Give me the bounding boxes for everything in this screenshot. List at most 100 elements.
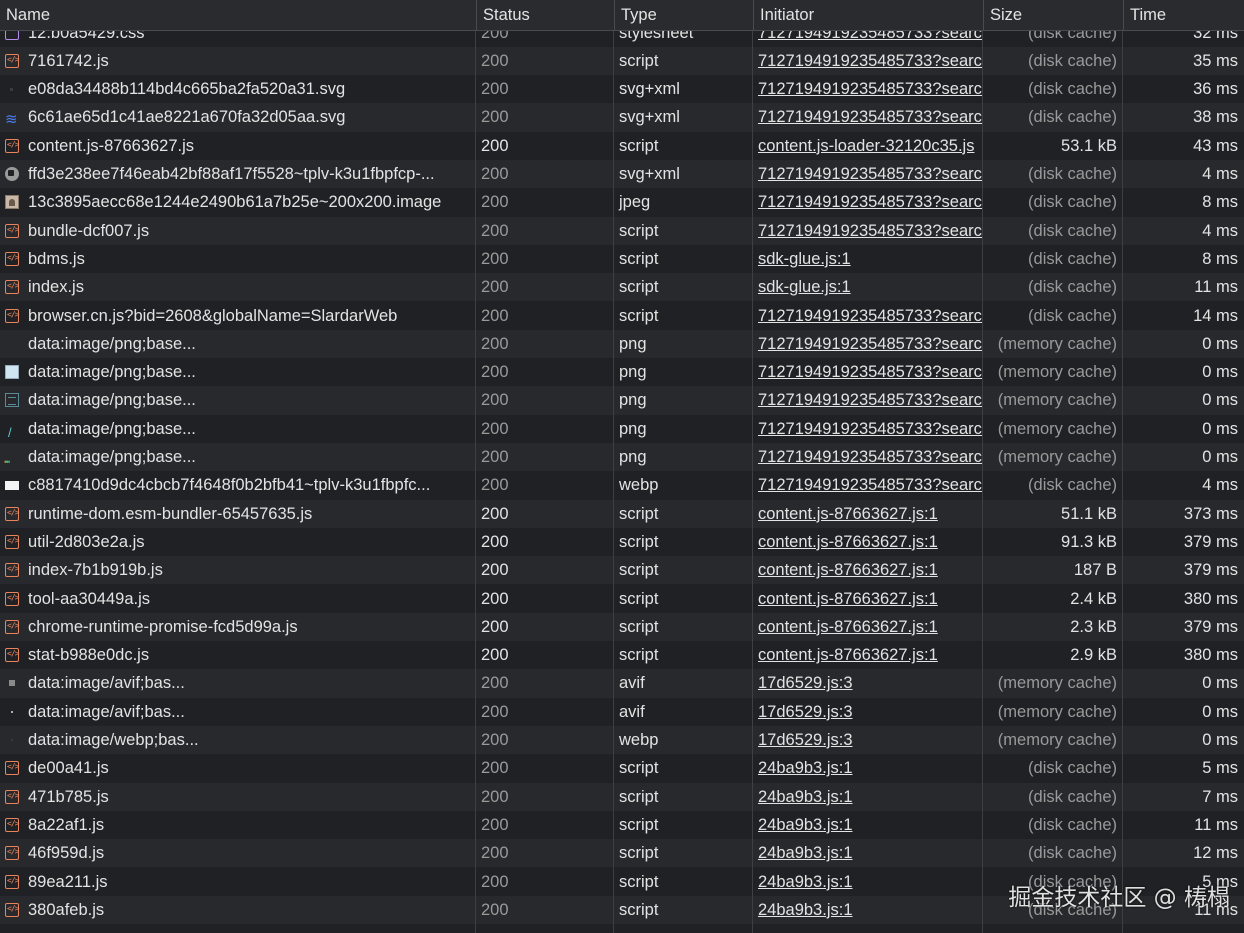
request-initiator-link[interactable]: 24ba9b3.js:1 [753, 811, 983, 839]
request-type: svg+xml [619, 80, 680, 99]
request-initiator-link[interactable]: 24ba9b3.js:1 [753, 839, 983, 867]
request-time: 4 ms [1202, 221, 1238, 240]
table-row[interactable]: bdms.js 200 script sdk-glue.js:1 (disk cache… [0, 245, 1244, 273]
request-initiator-link[interactable]: 24ba9b3.js:1 [753, 754, 983, 782]
request-initiator-link[interactable]: 7127194919235485733?search [753, 160, 983, 188]
request-name-cell[interactable]: data:image/png;base... [0, 358, 476, 386]
request-initiator-link[interactable]: 17d6529.js:3 [753, 698, 983, 726]
request-name-cell[interactable]: 13c3895aecc68e1244e2490b61a7b25e~200x200… [0, 188, 476, 216]
column-header-size[interactable]: Size [983, 0, 1123, 30]
request-name-cell[interactable]: 471b785.js [0, 783, 476, 811]
request-initiator-link[interactable]: 7127194919235485733?search [753, 415, 983, 443]
request-initiator-link[interactable]: content.js-87663627.js:1 [753, 556, 983, 584]
request-initiator-link[interactable]: 7127194919235485733?search [753, 330, 983, 358]
request-initiator-link[interactable]: 7127194919235485733?search [753, 443, 983, 471]
request-name-cell[interactable]: data:image/webp;bas... [0, 726, 476, 754]
request-name-cell[interactable]: ffd3e238ee7f46eab42bf88af17f5528~tplv-k3… [0, 160, 476, 188]
request-name-cell[interactable]: 8a22af1.js [0, 811, 476, 839]
request-name-cell[interactable]: index-7b1b919b.js [0, 556, 476, 584]
request-name-cell[interactable]: data:image/png;base... [0, 415, 476, 443]
table-row[interactable]: de00a41.js 200 script 24ba9b3.js:1 (disk cac… [0, 754, 1244, 782]
table-row[interactable]: chrome-runtime-promise-fcd5d99a.js 200 scr… [0, 612, 1244, 642]
table-row[interactable]: content.js-87663627.js 200 script content.j… [0, 132, 1244, 160]
request-name-cell[interactable]: data:image/png;base... [0, 330, 476, 358]
request-name-cell[interactable]: 46f959d.js [0, 839, 476, 867]
request-name-cell[interactable]: content.js-87663627.js [0, 132, 476, 160]
column-header-time[interactable]: Time [1123, 0, 1244, 30]
table-row[interactable]: 6c61ae65d1c41ae8221a670fa32d05aa.svg 200 s… [0, 103, 1244, 132]
request-initiator-link[interactable]: 7127194919235485733?search [753, 47, 983, 75]
table-row[interactable]: 7161742.js 200 script 7127194919235485733?s… [0, 46, 1244, 76]
table-row[interactable]: data:image/png;base... 200 png 712719491923… [0, 415, 1244, 443]
table-row[interactable]: data:image/png;base... 200 png 712719491923… [0, 443, 1244, 472]
table-row[interactable]: e08da34488b114bd4c665ba2fa520a31.svg 200 s… [0, 75, 1244, 103]
request-initiator-link[interactable]: 17d6529.js:3 [753, 669, 983, 697]
request-initiator-link[interactable]: 24ba9b3.js:1 [753, 896, 983, 924]
request-initiator-link[interactable]: 7127194919235485733?search [753, 75, 983, 103]
request-initiator-link[interactable]: 7127194919235485733?search [753, 358, 983, 386]
request-name-cell[interactable]: de00a41.js [0, 754, 476, 782]
request-initiator-link[interactable]: content.js-87663627.js:1 [753, 500, 983, 528]
request-initiator-link[interactable]: sdk-glue.js:1 [753, 245, 983, 273]
column-header-status[interactable]: Status [476, 0, 614, 30]
request-initiator-link[interactable]: 17d6529.js:3 [753, 726, 983, 754]
request-name-cell[interactable]: bundle-dcf007.js [0, 217, 476, 245]
table-row[interactable]: data:image/png;base... 200 png 712719491923… [0, 386, 1244, 415]
table-row[interactable]: data:image/avif;bas... 200 avif 17d6529.js:… [0, 698, 1244, 726]
request-name-cell[interactable]: 89ea211.js [0, 868, 476, 896]
request-initiator-link[interactable]: 7127194919235485733?search [753, 386, 983, 414]
request-name-cell[interactable]: chrome-runtime-promise-fcd5d99a.js [0, 613, 476, 641]
request-name-cell[interactable]: browser.cn.js?bid=2608&globalName=Slarda… [0, 302, 476, 330]
request-name-cell[interactable]: 380afeb.js [0, 896, 476, 924]
request-name-cell[interactable]: data:image/avif;bas... [0, 698, 476, 726]
table-row[interactable]: ffd3e238ee7f46eab42bf88af17f5528~tplv-k3… [0, 160, 1244, 189]
request-name-cell[interactable]: bdms.js [0, 245, 476, 273]
table-row[interactable]: index.js 200 script sdk-glue.js:1 (disk cach… [0, 273, 1244, 302]
table-row[interactable]: bundle-dcf007.js 200 script 712719491923548… [0, 216, 1244, 245]
request-initiator-link[interactable]: 24ba9b3.js:1 [753, 783, 983, 811]
request-name-cell[interactable]: e08da34488b114bd4c665ba2fa520a31.svg [0, 75, 476, 103]
table-row[interactable]: tool-aa30449a.js 200 script content.js-8766… [0, 585, 1244, 613]
request-initiator-link[interactable]: content.js-87663627.js:1 [753, 528, 983, 556]
table-row[interactable]: data:image/png;base... 200 png 712719491923… [0, 358, 1244, 386]
request-initiator-link[interactable]: 7127194919235485733?search [753, 471, 983, 499]
request-initiator-link[interactable]: content.js-87663627.js:1 [753, 585, 983, 613]
table-row[interactable]: stat-b988e0dc.js 200 script content.js-8766… [0, 641, 1244, 669]
request-name-cell[interactable]: data:image/png;base... [0, 443, 476, 471]
request-initiator-link[interactable]: content.js-87663627.js:1 [753, 641, 983, 669]
request-initiator-link[interactable]: 7127194919235485733?search [753, 103, 983, 131]
request-name-cell[interactable]: util-2d803e2a.js [0, 528, 476, 556]
request-name-cell[interactable]: 7161742.js [0, 47, 476, 75]
request-name-cell[interactable]: data:image/avif;bas... [0, 669, 476, 697]
request-name-cell[interactable]: stat-b988e0dc.js [0, 641, 476, 669]
column-header-type[interactable]: Type [614, 0, 753, 30]
table-row[interactable]: 471b785.js 200 script 24ba9b3.js:1 (disk cac… [0, 782, 1244, 811]
request-name-cell[interactable]: c8817410d9dc4cbcb7f4648f0b2bfb41~tplv-k3… [0, 471, 476, 499]
request-name-cell[interactable]: 6c61ae65d1c41ae8221a670fa32d05aa.svg [0, 103, 476, 131]
column-header-name[interactable]: Name [0, 0, 476, 30]
request-name-cell[interactable]: index.js [0, 273, 476, 301]
request-initiator-link[interactable]: sdk-glue.js:1 [753, 273, 983, 301]
table-row[interactable]: browser.cn.js?bid=2608&globalName=Slarda… [0, 302, 1244, 330]
request-initiator-link[interactable]: 7127194919235485733?search [753, 302, 983, 330]
request-name-cell[interactable]: data:image/png;base... [0, 386, 476, 414]
table-row[interactable]: 46f959d.js 200 script 24ba9b3.js:1 (disk cac… [0, 839, 1244, 868]
table-row[interactable]: data:image/avif;bas... 200 avif 17d6529.js:… [0, 669, 1244, 698]
request-initiator-link[interactable]: 7127194919235485733?search [753, 188, 983, 216]
request-initiator-link[interactable]: content.js-87663627.js:1 [753, 613, 983, 641]
request-status: 200 [481, 674, 509, 693]
request-initiator-link[interactable]: 24ba9b3.js:1 [753, 868, 983, 896]
table-row[interactable]: util-2d803e2a.js 200 script content.js-8766… [0, 528, 1244, 556]
table-row[interactable]: index-7b1b919b.js 200 script content.js-876… [0, 556, 1244, 585]
table-row[interactable]: c8817410d9dc4cbcb7f4648f0b2bfb41~tplv-k3… [0, 471, 1244, 499]
column-header-initiator[interactable]: Initiator [753, 0, 983, 30]
table-row[interactable]: 13c3895aecc68e1244e2490b61a7b25e~200x200… [0, 188, 1244, 216]
table-row[interactable]: runtime-dom.esm-bundler-65457635.js 200 sc… [0, 499, 1244, 528]
request-initiator-link[interactable]: 7127194919235485733?search [753, 217, 983, 245]
request-name-cell[interactable]: tool-aa30449a.js [0, 585, 476, 613]
request-initiator-link[interactable]: content.js-loader-32120c35.js [753, 132, 983, 160]
table-row[interactable]: data:image/webp;bas... 200 webp 17d6529.js:… [0, 726, 1244, 755]
request-name-cell[interactable]: runtime-dom.esm-bundler-65457635.js [0, 500, 476, 528]
table-row[interactable]: 8a22af1.js 200 script 24ba9b3.js:1 (disk cac… [0, 811, 1244, 839]
table-row[interactable]: data:image/png;base... 200 png 712719491923… [0, 329, 1244, 359]
